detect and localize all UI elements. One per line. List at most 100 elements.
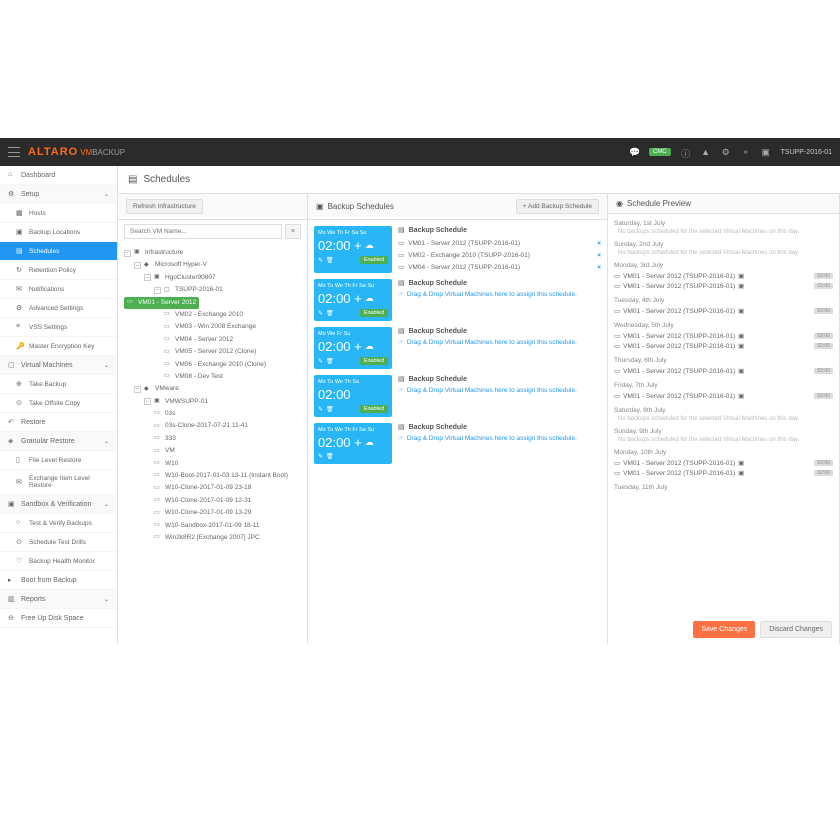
discard-button[interactable]: Discard Changes [760,621,832,638]
sidebar-item-setup[interactable]: ⚙Setup⌄ [0,185,117,204]
tree-node[interactable]: ▭VM08 - Dev Test [124,371,301,383]
tree-label: W10 [165,459,178,469]
sidebar-item-schedule-test-drills[interactable]: ⊙Schedule Test Drills [0,533,117,552]
sidebar-item-boot-from-backup[interactable]: ▸Boot from Backup [0,571,117,590]
tree-node[interactable]: ▭W10 [124,458,301,470]
tree-node[interactable]: −▣Infrastructure [124,247,301,259]
tree-node[interactable]: ▭W10-Clone-2017-01-09 13-29 [124,507,301,519]
save-button[interactable]: Save Changes [693,621,755,638]
remove-vm-button[interactable]: × [597,264,601,271]
tree-node[interactable]: −◆VMware [124,383,301,395]
sidebar-item-dashboard[interactable]: ⌂Dashboard [0,166,117,185]
tree-node[interactable]: ▭Win2k8R2 [Exchange 2007] JPC [124,532,301,544]
tree-node[interactable]: ▭VM06 - Exchange 2010 (Clone) [124,359,301,371]
disk-icon: ▣ [738,469,744,477]
tree-node[interactable]: −▣VMWSUPP-01 [124,396,301,408]
sidebar-item-test-verify-backups[interactable]: ○Test & Verify Backups [0,514,117,533]
remove-vm-button[interactable]: × [597,240,601,247]
sidebar-item-restore[interactable]: ↶Restore [0,413,117,432]
nav-icon: ✉ [16,285,24,293]
sidebar-item-file-level-restore[interactable]: ▯File Level Restore [0,451,117,470]
add-schedule-button[interactable]: + Add Backup Schedule [516,199,599,214]
schedule-card[interactable]: Mo We Fr Su 02:00 + ☁✎🗑Enabled [314,327,392,369]
settings-icon[interactable]: ⚙ [721,147,731,157]
sidebar-item-take-offsite-copy[interactable]: ⊙Take Offsite Copy [0,394,117,413]
tree-node[interactable]: ▭W10-Boot-2017-01-03 13-11 (Instant Boot… [124,470,301,482]
time-badge: 02:00 [814,460,833,466]
search-input[interactable] [124,224,282,239]
sidebar-item-notifications[interactable]: ✉Notifications [0,280,117,299]
delete-icon[interactable]: 🗑 [326,310,334,317]
calendar-icon: ▤ [398,423,405,431]
schedule-card[interactable]: Mo Tu We Th Fr Sa Su 02:00 + ☁✎🗑 [314,423,392,464]
delete-icon[interactable]: 🗑 [326,453,334,460]
tree-toggle-icon[interactable]: − [124,250,131,257]
sidebar-item-retention-policy[interactable]: ↻Retention Policy [0,261,117,280]
drag-hint: ☞Drag & Drop Virtual Machines here to as… [398,386,601,394]
tree-node[interactable]: ▭VM03 - Win 2008 Exchange [124,321,301,333]
refresh-button[interactable]: Refresh Infrastructure [126,199,203,214]
tree-toggle-icon[interactable]: − [154,287,161,294]
tree-node[interactable]: −▣HgoCluster90807 [124,272,301,284]
tree-toggle-icon[interactable]: − [134,262,141,269]
schedule-card[interactable]: Mo Tu We Th Sa 02:00✎🗑Enabled [314,375,392,417]
tree-toggle-icon[interactable]: − [144,274,151,281]
edit-icon[interactable]: ✎ [318,310,323,317]
schedule-card[interactable]: Mo Tu We Th Fr Sa Su 02:00 + ☁✎🗑Enabled [314,279,392,321]
sidebar-item-virtual-machines[interactable]: ▢Virtual Machines⌄ [0,356,117,375]
schedule-card[interactable]: Mo We Th Fr Sa Su 02:00 + ☁✎🗑Enabled [314,226,392,273]
sidebar-item-schedules[interactable]: ▤Schedules [0,242,117,261]
tree-node[interactable]: ▭W10-Clone-2017-01-09 23-18 [124,482,301,494]
sidebar-item-hosts[interactable]: ▦Hosts [0,204,117,223]
remove-vm-button[interactable]: × [597,252,601,259]
sidebar-item-backup-health-monitor[interactable]: ♡Backup Health Monitor [0,552,117,571]
edit-icon[interactable]: ✎ [318,406,323,413]
sidebar-item-exchange-item-level-restore[interactable]: ✉Exchange Item Level Restore [0,470,117,495]
delete-icon[interactable]: 🗑 [326,358,334,365]
cloud-icon: ☁ [365,240,374,251]
tree-node[interactable]: −▢TSUPP-2016-01 [124,284,301,296]
preview-panel: ◉ Schedule Preview Saturday, 1st JulyNo … [608,194,840,644]
share-icon[interactable]: ⚬ [741,147,751,157]
tree-node[interactable]: ▭333 [124,433,301,445]
tree-node[interactable]: ▭VM05 - Server 2012 (Clone) [124,346,301,358]
tree-node[interactable]: ▭W10-Sandbox-2017-01-09 18-11 [124,520,301,532]
sidebar-item-backup-locations[interactable]: ▣Backup Locations [0,223,117,242]
sidebar-item-sandbox-verification[interactable]: ▣Sandbox & Verification⌄ [0,495,117,514]
cmc-badge[interactable]: CMC [649,148,671,156]
tree-node[interactable]: ▭VM [124,445,301,457]
tree-node[interactable]: ▭W10-Clone-2017-01-09 12-31 [124,495,301,507]
sidebar-item-take-backup[interactable]: ⊕Take Backup [0,375,117,394]
sidebar-item-master-encryption-key[interactable]: 🔑Master Encryption Key [0,337,117,356]
tree-toggle-icon[interactable]: − [144,398,151,405]
edit-icon[interactable]: ✎ [318,257,323,264]
edit-icon[interactable]: ✎ [318,453,323,460]
tree-toggle-icon[interactable]: − [134,386,141,393]
sidebar-item-vss-settings[interactable]: ≡VSS Settings [0,318,117,337]
tree-node[interactable]: −◆Microsoft Hyper-V [124,259,301,271]
logo-product-suffix: BACKUP [92,148,125,157]
tree-node[interactable]: ▭03s-Clone-2017-07-21 11-41 [124,420,301,432]
vm-label: VM01 - Server 2012 (TSUPP-2016-01) [623,470,735,477]
sidebar-item-free-up-disk-space[interactable]: ⊖Free Up Disk Space [0,609,117,628]
tree-node[interactable]: ▭03s [124,408,301,420]
nav-icon: ↶ [8,418,16,426]
sidebar-item-granular-restore[interactable]: ◈Granular Restore⌄ [0,432,117,451]
alert-icon[interactable]: ▲ [701,147,711,157]
sidebar-item-reports[interactable]: ▥Reports⌄ [0,590,117,609]
tree-node[interactable]: ▭VM01 - Server 2012 [124,297,199,309]
schedule-days: Mo We Fr Su [318,331,388,337]
clear-search-button[interactable]: × [285,224,301,239]
nav-label: Virtual Machines [21,362,73,369]
sidebar-item-advanced-settings[interactable]: ⚙Advanced Settings [0,299,117,318]
nav-label: Take Backup [29,381,66,388]
info-icon[interactable]: ⓘ [681,147,691,157]
chat-icon[interactable]: 💬 [629,147,639,157]
menu-icon[interactable] [8,147,20,157]
tree-node[interactable]: ▭VM04 - Server 2012 [124,334,301,346]
tree-label: VM04 - Server 2012 [175,335,233,345]
delete-icon[interactable]: 🗑 [326,257,334,264]
tree-node[interactable]: ▭VM02 - Exchange 2010 [124,309,301,321]
delete-icon[interactable]: 🗑 [326,406,334,413]
edit-icon[interactable]: ✎ [318,358,323,365]
